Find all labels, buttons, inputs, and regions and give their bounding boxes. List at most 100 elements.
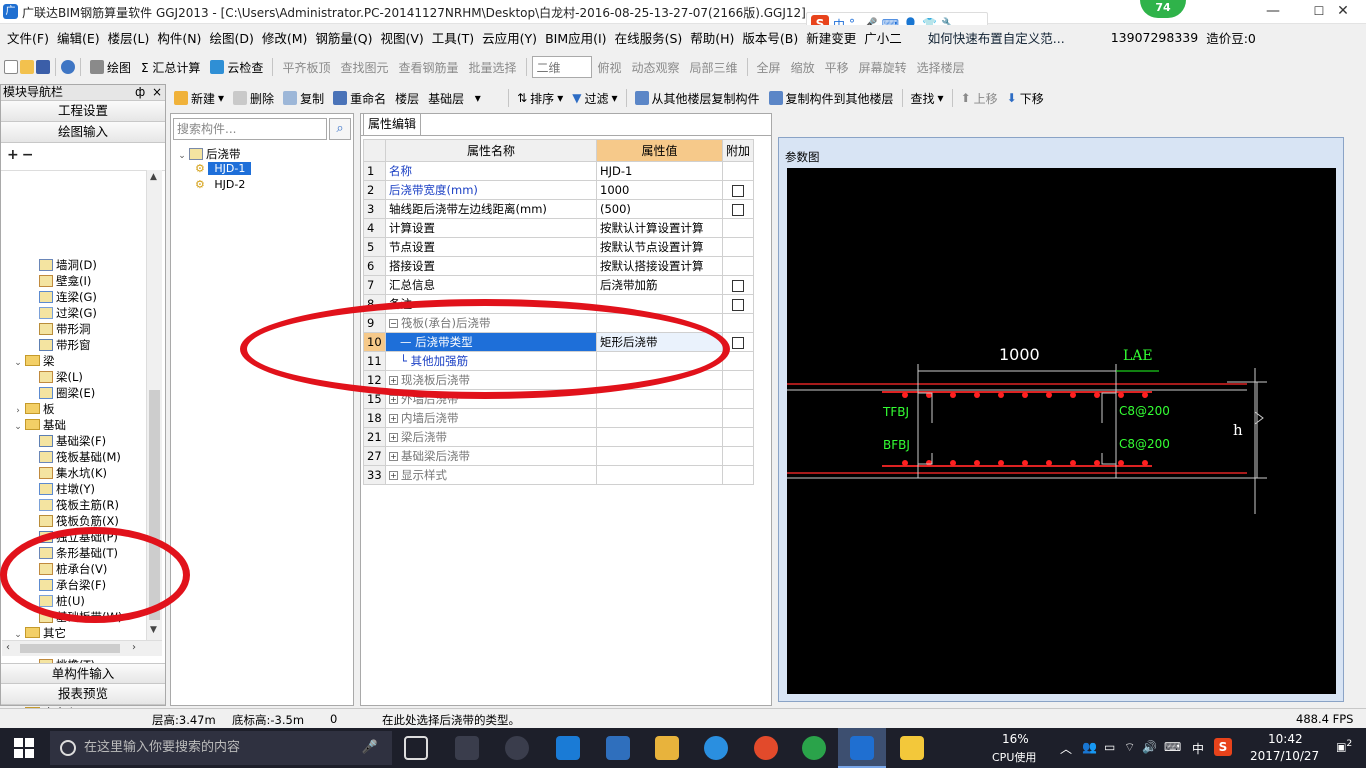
property-value[interactable]: 1000 bbox=[596, 180, 723, 200]
property-row[interactable]: 33 + 显示样式 bbox=[363, 465, 754, 485]
file-explorer-icon[interactable] bbox=[655, 736, 679, 760]
tree-item[interactable]: 壁龛(I) bbox=[39, 273, 91, 289]
tree-item[interactable]: 连梁(G) bbox=[39, 289, 97, 305]
group-toggle-icon[interactable]: + bbox=[389, 376, 398, 385]
property-value[interactable] bbox=[596, 408, 723, 428]
orbit-button[interactable]: 动态观察 bbox=[628, 56, 684, 78]
menu-rebar[interactable]: 钢筋量(Q) bbox=[311, 28, 376, 47]
property-value[interactable] bbox=[596, 389, 723, 409]
windows-start-icon[interactable] bbox=[14, 738, 34, 758]
single-component-input-button[interactable]: 单构件输入 bbox=[1, 663, 165, 684]
extra-checkbox[interactable] bbox=[732, 203, 744, 216]
store-icon[interactable] bbox=[606, 736, 630, 760]
menu-online[interactable]: 在线服务(S) bbox=[611, 28, 687, 47]
property-value[interactable] bbox=[596, 313, 723, 333]
ie-icon[interactable] bbox=[704, 736, 728, 760]
tree-folder[interactable]: › 板 bbox=[13, 401, 54, 417]
drawing-input-button[interactable]: 绘图输入 bbox=[1, 122, 165, 143]
taskbar-search-box[interactable]: 在这里输入你要搜索的内容 🎤 bbox=[50, 731, 392, 765]
tree-item[interactable]: 承台梁(F) bbox=[39, 577, 106, 593]
menu-help[interactable]: 帮助(H) bbox=[686, 28, 738, 47]
report-preview-button[interactable]: 报表预览 bbox=[1, 684, 165, 705]
find-element-button[interactable]: 查找图元 bbox=[336, 56, 392, 78]
tree-item[interactable]: 条形基础(T) bbox=[39, 545, 118, 561]
menu-modify[interactable]: 修改(M) bbox=[258, 28, 312, 47]
component-tree-root[interactable]: ⌄ 后浇带 bbox=[177, 146, 240, 162]
notes-app-icon[interactable] bbox=[900, 736, 924, 760]
tree-item[interactable]: 梁(L) bbox=[39, 369, 83, 385]
floor-select[interactable]: 基础层 ▾ bbox=[424, 87, 504, 109]
property-row[interactable]: 11 └ 其他加强筋 bbox=[363, 351, 754, 371]
save-icon[interactable] bbox=[36, 60, 50, 74]
close-nav-icon[interactable]: × bbox=[152, 85, 162, 100]
tree-item[interactable]: 过梁(G) bbox=[39, 305, 97, 321]
new-component-button[interactable]: 新建 ▾ bbox=[170, 87, 228, 109]
property-row[interactable]: 8 备注 bbox=[363, 294, 754, 314]
copy-component-button[interactable]: 复制 bbox=[279, 87, 328, 109]
property-value[interactable]: (500) bbox=[596, 199, 723, 219]
property-value[interactable]: HJD-1 bbox=[596, 161, 723, 181]
property-value[interactable]: 按默认计算设置计算 bbox=[596, 218, 723, 238]
filter-button[interactable]: ▼ 过滤 ▾ bbox=[568, 87, 621, 109]
copy-from-floor-button[interactable]: 从其他楼层复制构件 bbox=[631, 87, 764, 109]
local-3d-button[interactable]: 局部三维 bbox=[686, 56, 742, 78]
tree-item[interactable]: 柱墩(Y) bbox=[39, 481, 95, 497]
open-folder-icon[interactable] bbox=[20, 60, 34, 74]
move-down-button[interactable]: ⬇ 下移 bbox=[1003, 87, 1048, 109]
browser-icon[interactable] bbox=[754, 736, 778, 760]
task-view-icon[interactable] bbox=[404, 736, 428, 760]
group-toggle-icon[interactable]: + bbox=[389, 395, 398, 404]
close-button[interactable]: ✕ bbox=[1320, 0, 1366, 24]
tree-item[interactable]: 墙洞(D) bbox=[39, 257, 97, 273]
tree-item[interactable]: 桩承台(V) bbox=[39, 561, 107, 577]
find-button[interactable]: 查找 ▾ bbox=[907, 87, 948, 109]
menu-assistant[interactable]: 广小二 bbox=[860, 28, 906, 47]
property-row[interactable]: 1 名称 HJD-1 bbox=[363, 161, 754, 181]
microphone-icon[interactable]: 🎤 bbox=[362, 731, 378, 765]
property-value[interactable] bbox=[596, 465, 723, 485]
people-icon[interactable]: 👥 bbox=[1082, 740, 1097, 754]
menu-bim[interactable]: BIM应用(I) bbox=[541, 28, 611, 47]
batch-select-button[interactable]: 批量选择 bbox=[464, 56, 520, 78]
property-row[interactable]: 12 + 现浇板后浇带 bbox=[363, 370, 754, 390]
property-value[interactable]: 后浇带加筋 bbox=[596, 275, 723, 295]
tree-item[interactable]: 集水坑(K) bbox=[39, 465, 107, 481]
property-value[interactable]: 按默认节点设置计算 bbox=[596, 237, 723, 257]
tree-expand-icon[interactable]: ⌄ bbox=[13, 419, 23, 435]
property-row[interactable]: 10— 后浇带类型 矩形后浇带 bbox=[363, 332, 754, 352]
language-indicator[interactable]: 中 bbox=[1192, 740, 1204, 757]
property-value[interactable] bbox=[596, 294, 723, 314]
tree-item[interactable]: 筏板负筋(X) bbox=[39, 513, 119, 529]
align-slab-top-button[interactable]: 平齐板顶 bbox=[278, 56, 334, 78]
extra-checkbox[interactable] bbox=[732, 336, 744, 349]
property-row[interactable]: 18 + 内墙后浇带 bbox=[363, 408, 754, 428]
group-toggle-icon[interactable]: + bbox=[389, 452, 398, 461]
tree-item[interactable]: 筏板基础(M) bbox=[39, 449, 121, 465]
group-toggle-icon[interactable]: + bbox=[389, 433, 398, 442]
clock-date[interactable]: 2017/10/27 bbox=[1250, 749, 1319, 763]
property-row[interactable]: 27 + 基础梁后浇带 bbox=[363, 446, 754, 466]
group-toggle-icon[interactable]: + bbox=[389, 414, 398, 423]
cloud-check-button[interactable]: 云检查 bbox=[206, 56, 267, 78]
extra-checkbox[interactable] bbox=[732, 184, 744, 197]
property-row[interactable]: 6 搭接设置 按默认搭接设置计算 bbox=[363, 256, 754, 276]
sort-button[interactable]: ⇅ 排序 ▾ bbox=[513, 87, 567, 109]
component-item-hjd-2[interactable]: ⚙ HJD-2 bbox=[195, 178, 251, 191]
delete-component-button[interactable]: 删除 bbox=[229, 87, 278, 109]
clock-time[interactable]: 10:42 bbox=[1268, 732, 1303, 746]
volume-icon[interactable]: 🔊 bbox=[1142, 740, 1157, 754]
move-up-button[interactable]: ⬆ 上移 bbox=[957, 87, 1002, 109]
tray-chevron-icon[interactable]: ︿ bbox=[1060, 740, 1072, 757]
green-app-icon[interactable] bbox=[802, 736, 826, 760]
search-component-input[interactable]: 搜索构件... bbox=[173, 118, 327, 140]
project-settings-button[interactable]: 工程设置 bbox=[1, 101, 165, 122]
menu-draw[interactable]: 绘图(D) bbox=[205, 28, 257, 47]
menu-view[interactable]: 视图(V) bbox=[376, 28, 427, 47]
property-value[interactable] bbox=[596, 427, 723, 447]
property-row[interactable]: 9− 筏板(承台)后浇带 bbox=[363, 313, 754, 333]
account-phone[interactable]: 13907298339 bbox=[1107, 30, 1202, 45]
tree-item[interactable]: 基础板带(W) bbox=[39, 609, 122, 625]
new-file-icon[interactable] bbox=[4, 60, 18, 74]
property-value[interactable] bbox=[596, 351, 723, 371]
tree-item[interactable]: 筏板主筋(R) bbox=[39, 497, 119, 513]
